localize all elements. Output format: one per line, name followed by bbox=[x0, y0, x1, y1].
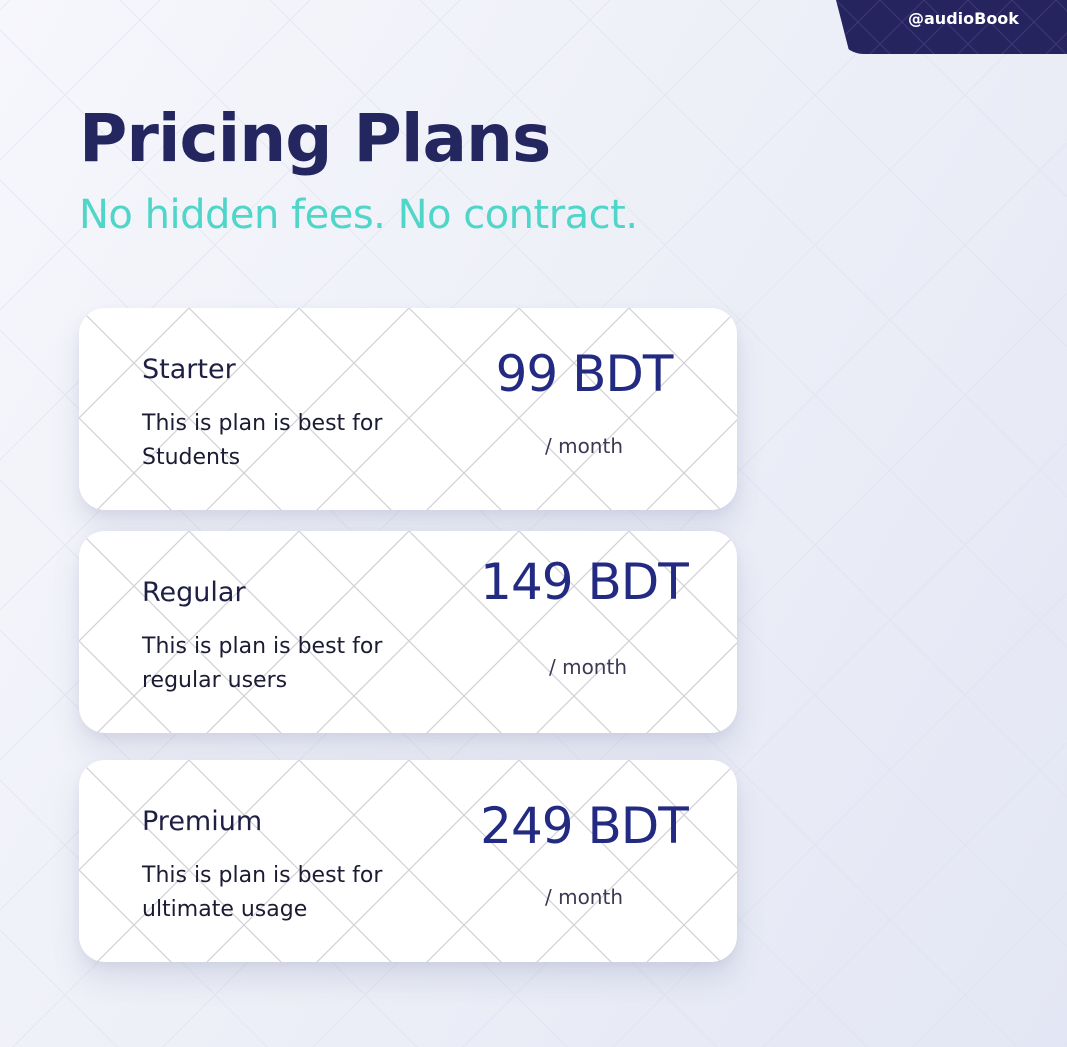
plan-period: / month bbox=[548, 655, 627, 679]
plan-name: Regular bbox=[142, 577, 246, 608]
plan-price: 149 BDT bbox=[480, 553, 689, 611]
plan-description: This is plan is best for ultimate usage bbox=[142, 863, 383, 922]
plan-price: 249 BDT bbox=[480, 797, 689, 855]
brand-tab: @audioBook bbox=[836, 0, 1067, 54]
plan-description: This is plan is best for regular users bbox=[142, 634, 383, 693]
plan-card-starter[interactable]: Starter This is plan is best for Student… bbox=[79, 308, 737, 510]
plan-description: This is plan is best for Students bbox=[142, 411, 383, 470]
brand-handle[interactable]: @audioBook bbox=[908, 9, 1019, 28]
plan-price: 99 BDT bbox=[495, 345, 674, 403]
plan-card-premium[interactable]: Premium This is plan is best for ultimat… bbox=[79, 760, 737, 962]
page-subtitle: No hidden fees. No contract. bbox=[79, 192, 638, 238]
plan-period: / month bbox=[544, 434, 623, 458]
plan-period: / month bbox=[544, 885, 623, 909]
plan-name: Starter bbox=[142, 354, 236, 385]
page-title: Pricing Plans bbox=[79, 100, 551, 177]
plan-card-regular[interactable]: Regular This is plan is best for regular… bbox=[79, 531, 737, 733]
plan-name: Premium bbox=[142, 806, 263, 837]
